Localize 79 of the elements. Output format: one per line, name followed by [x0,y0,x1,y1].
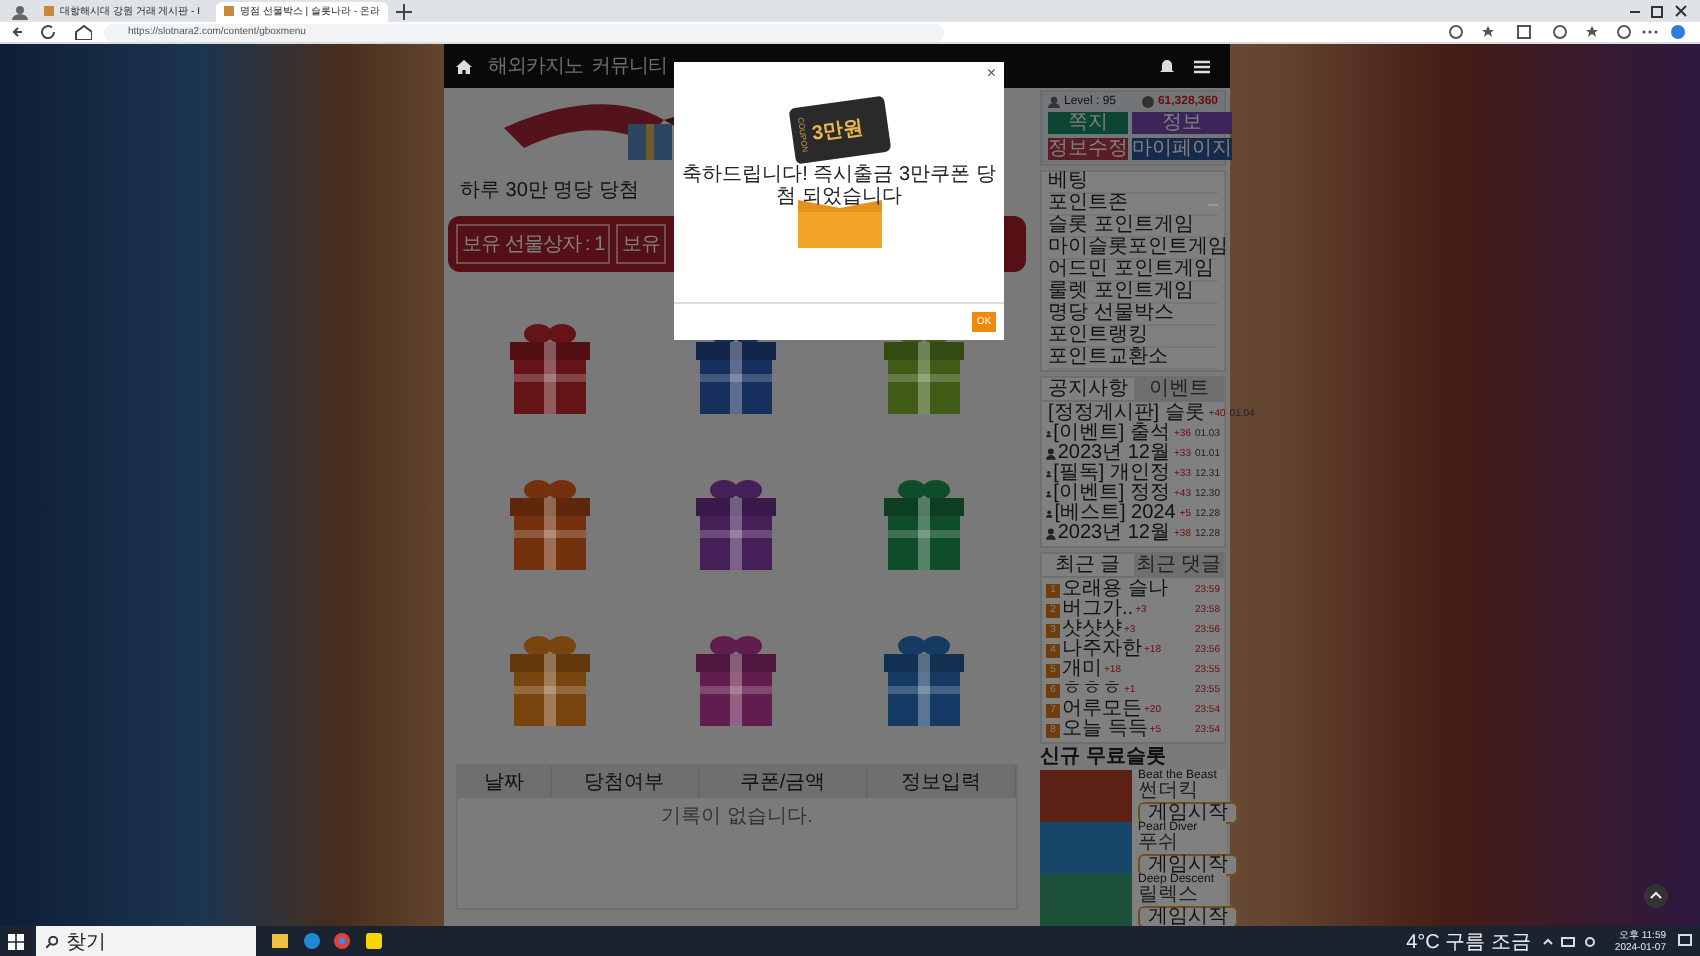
notice-link[interactable]: 2023년 12월 [1057,524,1170,544]
toolbar-icon [1448,24,1688,40]
game-thumbnail[interactable] [1040,874,1132,926]
notice-link[interactable]: 2023년 12월 [1057,444,1170,464]
play-button[interactable]: 게임시작 [1138,905,1238,926]
search-icon [46,935,58,947]
tab[interactable]: 공지사항 [1042,378,1133,400]
taskbar-search-field[interactable]: 찾기 [36,926,256,956]
post-link[interactable]: ㅎㅎㅎ [1062,680,1122,700]
account-button[interactable]: 정보 [1132,112,1232,134]
account-button[interactable]: 쪽지 [1048,112,1128,134]
post-link[interactable]: 나주자한 [1062,640,1142,660]
menu-item[interactable]: 포인트교환소 [1048,348,1218,370]
column-header: 정보입력 [867,766,1016,798]
notification-icon [1678,934,1692,948]
section-title: 신규 무료슬롯 [1040,746,1168,768]
notice-link[interactable]: [정정게시판] 슬롯 [1048,404,1205,424]
account-button[interactable]: 마이페이지 [1132,138,1232,160]
post-link[interactable]: 어루모든 [1062,700,1142,720]
gift-count-label: 보유 [616,224,667,264]
navigation-icon [12,24,92,40]
user-icon [1046,468,1052,480]
menu-icon [1194,59,1210,73]
weather-label: 4°C 구름 조금 [1406,929,1531,955]
play-button[interactable]: 게임시작 [1138,801,1238,823]
event-caption: 하루 30만 명당 당첨 [458,178,641,206]
menu-item[interactable]: 룰렛 포인트게임 [1048,282,1218,304]
scroll-top-icon [1644,884,1668,908]
user-icon [1046,488,1052,500]
account-button[interactable]: 정보수정 [1048,138,1128,160]
profile-icon [12,3,28,19]
menu-item[interactable]: 베팅 [1048,172,1218,194]
game-thumbnail[interactable] [1040,822,1132,874]
user-icon [1046,528,1056,540]
column-header: 쿠폰/금액 [699,766,868,798]
notice-link[interactable]: [필독] 개인정 [1053,464,1170,484]
user-icon [1046,508,1053,520]
taskbar-apps-icon [268,932,388,950]
window-controls-icon [1628,3,1688,19]
column-header: 당첨여부 [551,766,700,798]
menu-item[interactable]: 어드민 포인트게임 [1048,260,1218,282]
notice-link[interactable]: [이벤트] 출석 [1053,424,1170,444]
play-button[interactable]: 게임시작 [1138,853,1238,875]
nav-link[interactable]: 커뮤니티 [591,52,667,80]
gift-count-label: 보유 선물상자 : 1 [456,224,611,264]
tab[interactable]: 최근 댓글 [1133,554,1224,576]
post-link[interactable]: 오늘 득득 [1062,720,1148,740]
favicon-icon [44,6,54,16]
favicon-icon [224,6,234,16]
provider-name: 썬더킥 [1138,781,1198,801]
close-button[interactable]: × [986,66,996,82]
new-tab-icon [395,3,412,19]
game-thumbnail[interactable] [1040,770,1132,822]
post-link[interactable]: 개미 [1062,660,1102,680]
post-link[interactable]: 샷샷샷 [1062,620,1122,640]
post-link[interactable]: 버그가.. [1062,600,1134,620]
menu-item[interactable]: 슬롯 포인트게임 [1048,216,1218,238]
notice-link[interactable]: [이벤트] 정정 [1053,484,1170,504]
bell-icon [1160,59,1174,73]
tab[interactable]: 최근 글 [1042,554,1133,576]
menu-item[interactable]: 포인트랭킹 [1048,326,1218,348]
menu-item[interactable]: 포인트존 [1048,194,1218,216]
user-icon [1046,448,1056,460]
post-link[interactable]: 오래용 슬나 [1062,580,1168,600]
coupon-amount: 3만원 [809,114,864,148]
empty-message: 기록이 없습니다. [661,804,813,832]
user-icon [1046,428,1052,440]
column-header: 날짜 [458,766,551,798]
home-icon [456,59,472,73]
notice-link[interactable]: [베스트] 2024 [1054,504,1176,524]
provider-name: 릴렉스 [1138,885,1198,905]
coin-icon [1141,96,1154,108]
user-icon [1048,96,1060,108]
menu-item[interactable]: 명당 선물박스 [1048,304,1218,326]
provider-name: 푸쉬 [1138,833,1178,853]
windows-start-icon [8,933,24,949]
tab[interactable]: 이벤트 [1133,378,1224,400]
nav-link[interactable]: 해외카지노 [488,52,583,80]
congratulation-message: 축하드립니다! 즉시출금 3만쿠폰 당첨 되었습니다 [680,162,998,208]
